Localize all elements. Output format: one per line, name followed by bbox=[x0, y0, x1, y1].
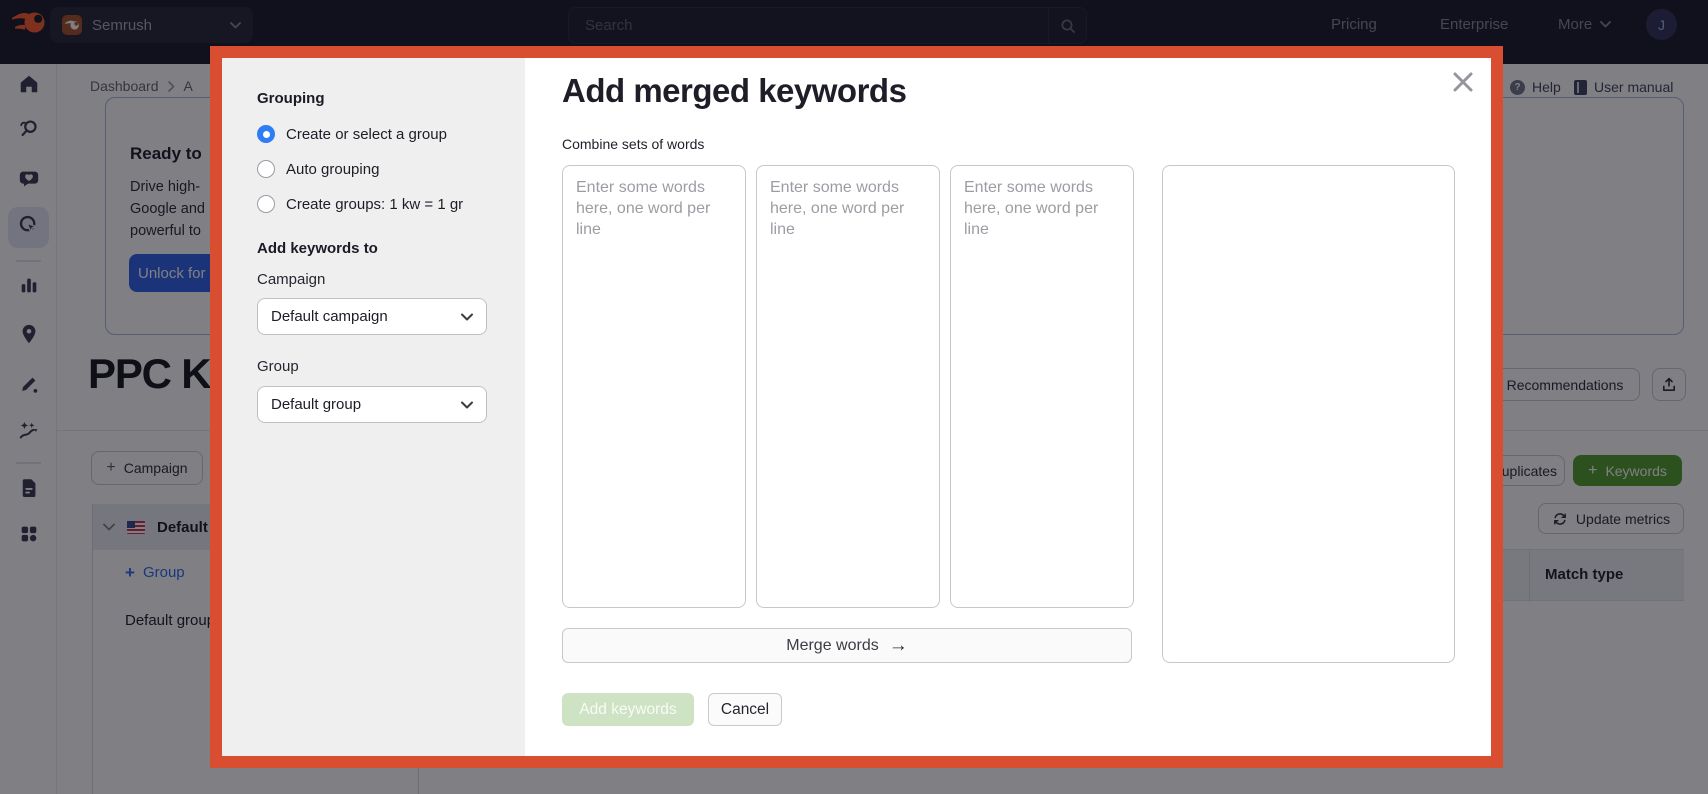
grouping-label: Grouping bbox=[257, 90, 325, 107]
campaign-select-value: Default campaign bbox=[271, 308, 388, 325]
campaign-label: Campaign bbox=[257, 271, 326, 288]
cancel-button[interactable]: Cancel bbox=[708, 693, 782, 726]
merged-result-box[interactable] bbox=[1162, 165, 1455, 663]
merge-words-button[interactable]: Merge words → bbox=[562, 628, 1132, 663]
modal-subtitle: Combine sets of words bbox=[562, 136, 705, 152]
radio-auto-grouping[interactable]: Auto grouping bbox=[257, 159, 379, 179]
arrow-right-icon: → bbox=[888, 634, 908, 656]
radio-icon bbox=[257, 195, 275, 213]
campaign-select[interactable]: Default campaign bbox=[257, 298, 487, 335]
merge-words-input-1[interactable] bbox=[562, 165, 746, 608]
merge-words-input-3[interactable] bbox=[950, 165, 1134, 608]
chevron-down-icon bbox=[461, 313, 473, 321]
add-merged-keywords-modal: Grouping Create or select a group Auto g… bbox=[210, 46, 1503, 768]
close-icon bbox=[1451, 70, 1475, 94]
add-keywords-submit-button[interactable]: Add keywords bbox=[562, 693, 694, 726]
app: Semrush Pricing Enterprise More J bbox=[0, 0, 1708, 794]
group-select-value: Default group bbox=[271, 396, 362, 413]
group-label: Group bbox=[257, 358, 299, 375]
close-button[interactable] bbox=[1449, 68, 1477, 96]
radio-create-or-select-group[interactable]: Create or select a group bbox=[257, 124, 447, 144]
modal-title: Add merged keywords bbox=[562, 72, 907, 109]
modal-side-panel: Grouping Create or select a group Auto g… bbox=[222, 58, 525, 756]
merge-words-input-2[interactable] bbox=[756, 165, 940, 608]
chevron-down-icon bbox=[461, 401, 473, 409]
add-keywords-to-label: Add keywords to bbox=[257, 240, 378, 257]
radio-create-groups[interactable]: Create groups: 1 kw = 1 gr bbox=[257, 194, 463, 214]
group-select[interactable]: Default group bbox=[257, 386, 487, 423]
radio-icon bbox=[257, 160, 275, 178]
radio-icon bbox=[257, 125, 275, 143]
